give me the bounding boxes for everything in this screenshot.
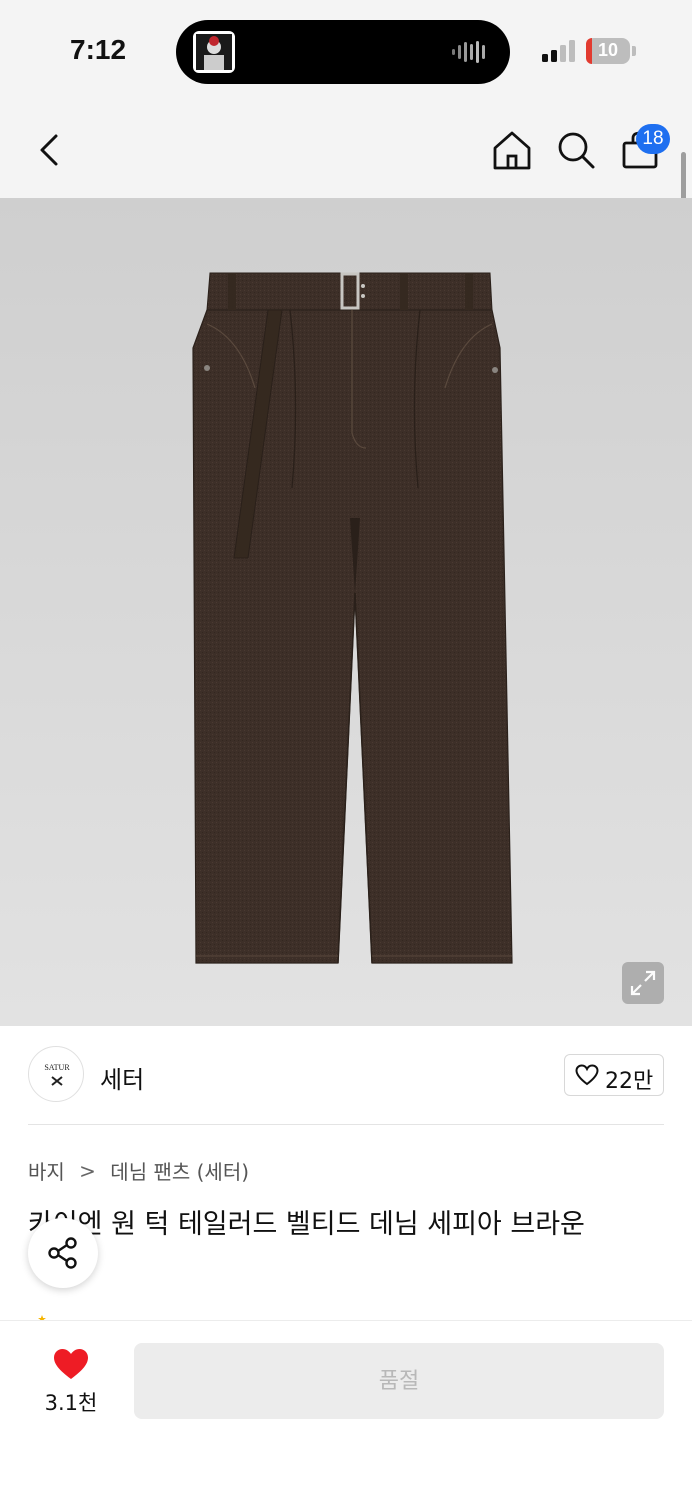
product-image[interactable] xyxy=(0,198,692,1026)
brand-logo-mark-icon xyxy=(51,1076,63,1086)
status-bar: 7:12 10 xyxy=(0,0,692,100)
expand-image-button[interactable] xyxy=(622,962,664,1004)
share-button[interactable] xyxy=(28,1218,98,1288)
breadcrumb-separator: > xyxy=(79,1158,96,1183)
divider xyxy=(28,1124,664,1125)
breadcrumb: 바지 > 데님 팬츠 (세터) xyxy=(28,1156,249,1185)
battery-percent: 10 xyxy=(597,40,619,60)
brand-like-button[interactable]: 22만 xyxy=(564,1054,664,1096)
brand-name[interactable]: 세터 xyxy=(100,1060,144,1095)
expand-icon xyxy=(630,970,656,996)
cellular-signal-icon xyxy=(542,40,575,62)
brand-row: SATUR 세터 22만 xyxy=(28,1046,664,1104)
breadcrumb-subcategory[interactable]: 데님 팬츠 (세터) xyxy=(110,1156,249,1185)
product-photo-pants xyxy=(192,272,513,964)
search-button[interactable] xyxy=(554,128,598,172)
dynamic-island[interactable] xyxy=(176,20,510,84)
share-icon xyxy=(48,1237,77,1269)
audio-waveform-icon xyxy=(452,41,485,63)
wishlist-count: 3.1천 xyxy=(44,1391,98,1415)
heart-outline-icon xyxy=(575,1064,599,1086)
now-playing-artwork xyxy=(193,31,235,73)
breadcrumb-category[interactable]: 바지 xyxy=(28,1156,65,1185)
heart-filled-icon xyxy=(54,1349,88,1379)
cart-count-badge[interactable]: 18 xyxy=(636,124,670,154)
battery-nub xyxy=(632,46,636,56)
bottom-action-bar: 3.1천 품절 xyxy=(0,1320,692,1500)
wishlist-button[interactable]: 3.1천 xyxy=(30,1339,112,1423)
sold-out-button[interactable]: 품절 xyxy=(134,1343,664,1419)
brand-logo[interactable]: SATUR xyxy=(28,1046,84,1102)
top-navigation xyxy=(0,100,692,198)
brand-like-count: 22만 xyxy=(605,1069,654,1094)
status-time: 7:12 xyxy=(70,34,127,65)
home-icon xyxy=(493,131,531,170)
search-icon xyxy=(558,132,595,169)
chevron-left-icon xyxy=(40,134,58,166)
back-button[interactable] xyxy=(30,128,70,172)
battery-icon: 10 xyxy=(586,38,630,64)
home-button[interactable] xyxy=(490,128,534,172)
product-title: 카이엔 원 턱 테일러드 벨티드 데님 세피아 브라운 xyxy=(28,1209,585,1240)
